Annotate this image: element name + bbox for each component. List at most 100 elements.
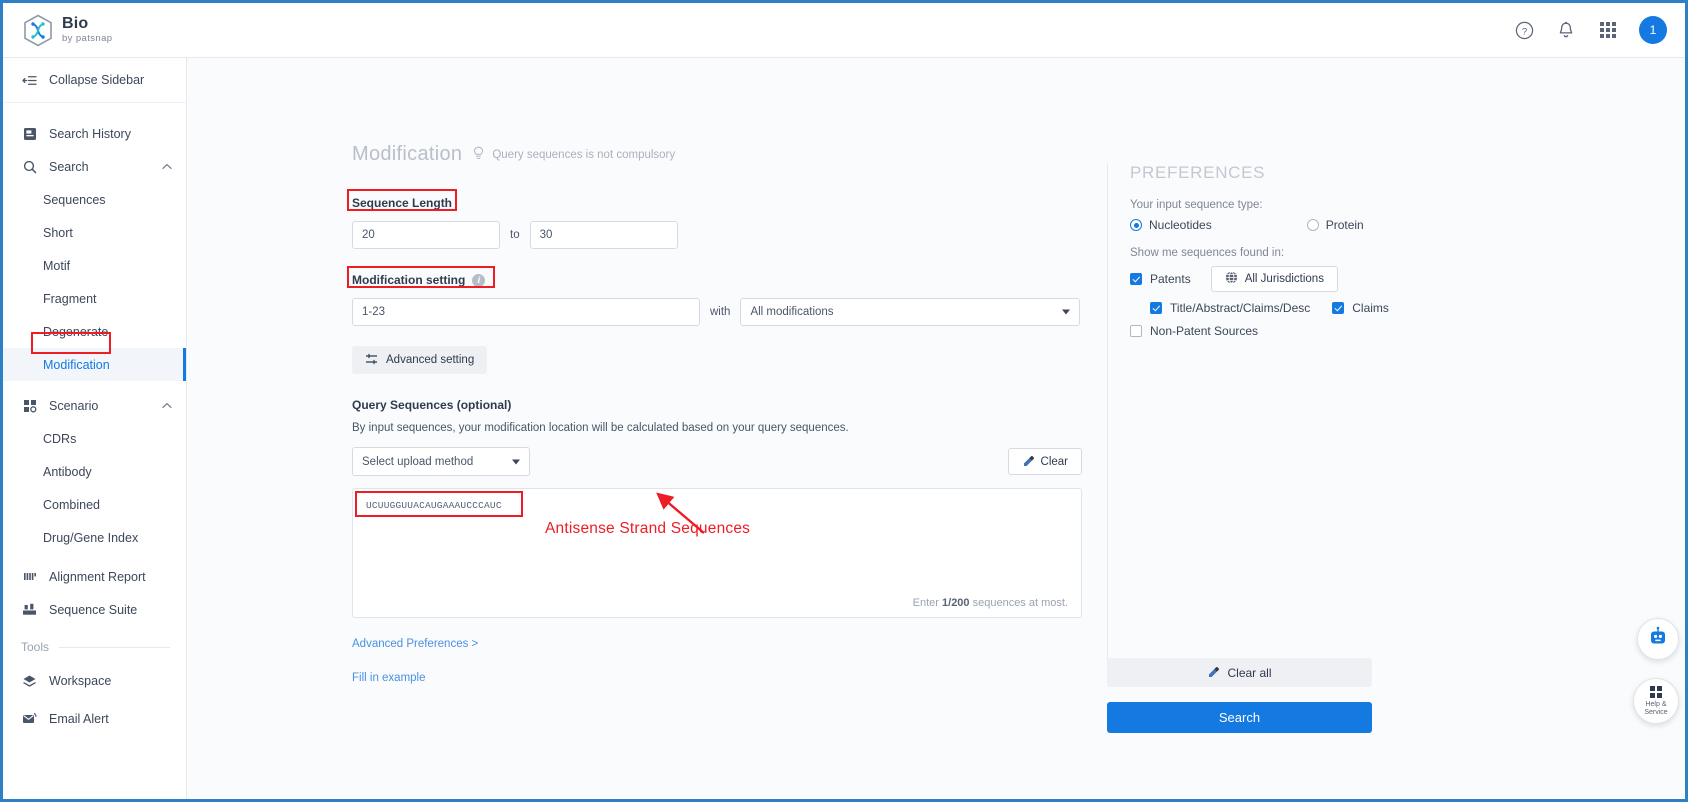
input-type-radio-group: Nucleotides Protein: [1130, 218, 1487, 232]
checkbox-claims[interactable]: [1332, 302, 1345, 314]
question-circle-icon[interactable]: ?: [1513, 19, 1535, 41]
scenario-icon: [21, 399, 38, 413]
search-button[interactable]: Search: [1107, 702, 1372, 733]
email-alert-icon: [21, 712, 38, 725]
tools-label: Tools: [21, 640, 50, 654]
globe-icon: [1225, 271, 1238, 287]
sidebar-item-antibody[interactable]: Antibody: [3, 455, 186, 488]
workspace-icon: [21, 674, 38, 688]
info-icon[interactable]: i: [472, 273, 486, 287]
modification-form: Modification Query sequences is not comp…: [347, 143, 1082, 684]
found-in-label: Show me sequences found in:: [1130, 247, 1285, 259]
sidebar-item-degenerate[interactable]: Degenerate: [3, 315, 186, 348]
patent-sub-options: Title/Abstract/Claims/Desc Claims: [1150, 301, 1487, 315]
help-service-button[interactable]: Help & Service: [1633, 678, 1679, 724]
sidebar-item-scenario[interactable]: Scenario: [3, 389, 186, 422]
chat-robot-button[interactable]: [1637, 618, 1679, 660]
sequence-text: UCUUGGUUACAUGAAAUCCCAUC: [366, 500, 502, 511]
modification-type-value: All modifications: [750, 306, 834, 318]
sidebar-item-label: Fragment: [43, 291, 97, 306]
sidebar-item-drug-gene-index[interactable]: Drug/Gene Index: [3, 521, 186, 554]
sidebar-item-label: Degenerate: [43, 324, 109, 339]
radio-dot-icon: [1130, 219, 1142, 231]
top-bar-actions: ? 1: [1513, 16, 1667, 44]
counter-value: 1/200: [942, 597, 970, 609]
collapse-sidebar-button[interactable]: Collapse Sidebar: [3, 58, 186, 103]
checkbox-title-abstract-claims-desc[interactable]: [1150, 302, 1162, 314]
clear-label: Clear: [1040, 455, 1068, 468]
advanced-setting-label: Advanced setting: [386, 354, 475, 366]
sidebar-item-label: Email Alert: [49, 711, 109, 726]
chevron-up-icon[interactable]: [162, 401, 172, 411]
collapse-icon: [21, 74, 38, 87]
avatar[interactable]: 1: [1639, 16, 1667, 44]
checkbox-non-patent-sources[interactable]: [1130, 325, 1142, 337]
fill-in-example-link[interactable]: Fill in example: [352, 672, 1082, 684]
sidebar-item-label: Search History: [49, 126, 131, 141]
sequence-length-from-input[interactable]: [352, 221, 500, 249]
sidebar-item-modification[interactable]: Modification: [3, 348, 186, 381]
query-sequences-heading: Query Sequences (optional): [352, 398, 512, 412]
sidebar-item-combined[interactable]: Combined: [3, 488, 186, 521]
sidebar-item-alignment-report[interactable]: Alignment Report: [3, 560, 186, 593]
brand-title: Bio: [62, 15, 89, 33]
chevron-up-icon[interactable]: [162, 162, 172, 172]
advanced-preferences-link[interactable]: Advanced Preferences >: [352, 638, 1082, 650]
sidebar-item-sequence-suite[interactable]: Sequence Suite: [3, 593, 186, 626]
sidebar-item-label: Antibody: [43, 464, 92, 479]
radio-label: Protein: [1325, 218, 1364, 232]
grid-apps-icon[interactable]: [1597, 19, 1619, 41]
sidebar-item-label: Modification: [43, 357, 110, 372]
page-header: Modification Query sequences is not comp…: [352, 143, 1082, 166]
bell-icon[interactable]: [1555, 19, 1577, 41]
eraser-icon: [1207, 665, 1220, 680]
upload-method-select[interactable]: Select upload method: [352, 447, 530, 476]
sidebar-item-label: Search: [49, 159, 89, 174]
sidebar-item-short[interactable]: Short: [3, 216, 186, 249]
checkbox-patents[interactable]: [1130, 273, 1142, 285]
clear-button[interactable]: Clear: [1007, 448, 1082, 475]
brand-logo[interactable]: Bio by patsnap: [23, 14, 112, 47]
sub-option-label: Title/Abstract/Claims/Desc: [1170, 301, 1311, 315]
sidebar-item-email-alert[interactable]: Email Alert: [3, 702, 186, 735]
sidebar-item-search-history[interactable]: Search History: [3, 117, 186, 150]
help-line-1: Help &: [1645, 700, 1667, 708]
advanced-setting-button[interactable]: Advanced setting: [352, 346, 488, 374]
upload-method-value: Select upload method: [362, 455, 474, 468]
sidebar-item-fragment[interactable]: Fragment: [3, 282, 186, 315]
page-hint-text: Query sequences is not compulsory: [492, 148, 676, 161]
annotation-caption: Antisense Strand Sequences: [545, 520, 751, 537]
radio-protein[interactable]: Protein: [1306, 218, 1364, 232]
sidebar-item-label: Sequence Suite: [49, 602, 138, 617]
sidebar-item-sequences[interactable]: Sequences: [3, 183, 186, 216]
sidebar-item-cdrs[interactable]: CDRs: [3, 422, 186, 455]
sidebar-item-workspace[interactable]: Workspace: [3, 664, 186, 697]
sidebar-item-label: CDRs: [43, 431, 77, 446]
radio-nucleotides[interactable]: Nucleotides: [1130, 218, 1212, 232]
search-button-label: Search: [1218, 710, 1261, 725]
all-jurisdictions-button[interactable]: All Jurisdictions: [1210, 266, 1338, 292]
query-sequences-description: By input sequences, your modification lo…: [352, 422, 849, 434]
help-grid-icon: [1650, 685, 1662, 698]
input-type-label: Your input sequence type:: [1130, 199, 1263, 211]
modification-with-label: with: [710, 306, 731, 318]
modification-type-select[interactable]: All modifications: [740, 298, 1081, 326]
help-line-2: Service: [1644, 709, 1668, 716]
sidebar-item-label: Short: [43, 225, 73, 240]
query-sequences-textarea[interactable]: UCUUGGUUACAUGAAAUCCCAUC Enter 1/200 sequ…: [352, 488, 1082, 618]
sequence-length-to-label: to: [510, 229, 520, 241]
sidebar-item-label: Combined: [43, 497, 100, 512]
preferences-title: PREFERENCES: [1130, 163, 1266, 182]
sidebar-item-label: Drug/Gene Index: [43, 530, 139, 545]
sequence-length-to-input[interactable]: [529, 221, 678, 249]
sidebar-item-label: Sequences: [43, 192, 106, 207]
clear-all-button[interactable]: Clear all: [1107, 658, 1372, 687]
counter-prefix: Enter: [912, 597, 943, 609]
modification-range-input[interactable]: [352, 298, 700, 326]
radio-dot-icon: [1306, 219, 1319, 231]
sidebar-item-label: Alignment Report: [49, 569, 146, 584]
sidebar-item-search[interactable]: Search: [3, 150, 186, 183]
sidebar-item-label: Motif: [43, 258, 71, 273]
sidebar-item-motif[interactable]: Motif: [3, 249, 186, 282]
modification-setting-label: Modification setting: [352, 273, 466, 287]
